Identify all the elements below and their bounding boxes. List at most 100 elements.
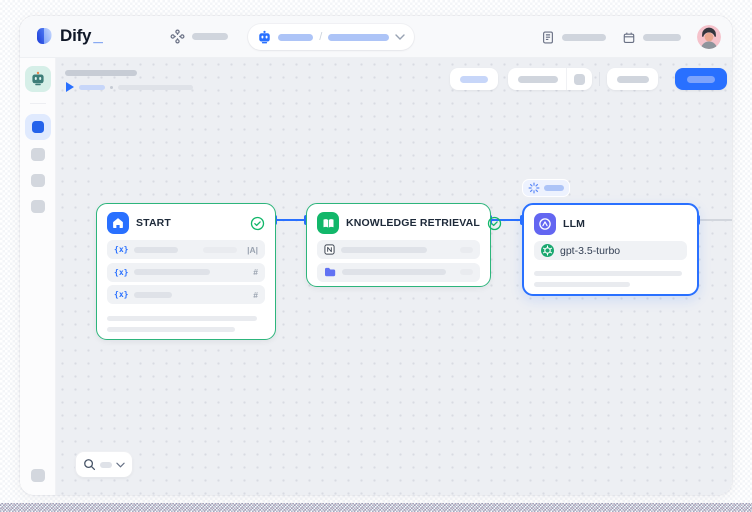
run-label-skeleton: [518, 76, 558, 83]
var-name-skeleton: [134, 269, 210, 275]
variable-icon: {x}: [114, 290, 128, 299]
chevron-down-icon[interactable]: [116, 462, 125, 468]
sidebar-item-skeleton-1[interactable]: [31, 148, 45, 161]
features-label-skeleton: [460, 76, 488, 83]
node-knowledge-retrieval[interactable]: KNOWLEDGE RETRIEVAL: [306, 203, 491, 287]
status-dot: [110, 86, 113, 89]
check-circle-icon: [487, 216, 502, 231]
knowledge-node-header: KNOWLEDGE RETRIEVAL: [307, 204, 490, 240]
dify-logo-icon: [34, 26, 54, 46]
run-split-button[interactable]: [508, 68, 592, 90]
folder-icon: [324, 267, 336, 277]
var-name-skeleton: [134, 292, 172, 298]
logo-text: Dify: [60, 26, 91, 46]
model-name: gpt-3.5-turbo: [560, 245, 620, 257]
variable-icon: {x}: [114, 245, 128, 254]
breadcrumb-separator: /: [319, 31, 322, 43]
llm-node-header: LLM: [524, 205, 697, 241]
knowledge-dataset-row: [317, 263, 480, 282]
sidebar-item-settings-skeleton[interactable]: [31, 469, 45, 482]
workspace-app-switcher[interactable]: /: [248, 24, 414, 50]
spinner-icon: [528, 182, 540, 194]
plugins-nav-item[interactable]: [622, 30, 681, 45]
header-right-group: [541, 25, 721, 49]
chevron-down-icon[interactable]: [395, 34, 405, 40]
workspace-robot-icon: [257, 30, 272, 45]
node-llm[interactable]: LLM gpt-3.5-turbo: [522, 203, 699, 296]
llm-model-row: gpt-3.5-turbo: [534, 241, 687, 260]
app-name-skeleton: [328, 34, 389, 41]
run-time-skeleton: [118, 85, 193, 90]
user-avatar[interactable]: [697, 25, 721, 49]
edge-llm-outgoing: [699, 219, 732, 221]
running-label-skeleton: [544, 185, 564, 191]
logo-cursor: _: [93, 26, 102, 46]
home-icon: [107, 212, 129, 234]
var-type-text: #: [253, 267, 258, 277]
start-var-row: {x} |A|: [107, 240, 265, 259]
left-sidebar: [20, 58, 56, 495]
node-title: KNOWLEDGE RETRIEVAL: [346, 217, 480, 229]
node-desc-skeleton: [534, 271, 682, 276]
variable-icon: {x}: [114, 268, 128, 277]
node-title: START: [136, 217, 243, 229]
knowledge-dataset-row: [317, 240, 480, 259]
openai-icon: [541, 244, 554, 257]
button-divider: [599, 72, 600, 86]
last-run-status-row: [66, 82, 193, 92]
plugins-icon: [622, 30, 636, 45]
dataset-name-skeleton: [342, 269, 446, 275]
sidebar-app-icon[interactable]: [25, 66, 51, 92]
var-value-skeleton: [203, 247, 237, 253]
node-desc-skeleton: [534, 282, 630, 287]
llm-roundel-icon: [534, 213, 556, 235]
running-status-badge: [522, 179, 570, 197]
background-noise-strip: [0, 503, 752, 512]
app-robot-icon: [30, 71, 46, 87]
run-more-icon: [574, 74, 585, 85]
node-desc-skeleton: [107, 316, 257, 321]
dataset-name-skeleton: [341, 247, 427, 253]
start-var-row: {x} #: [107, 285, 265, 304]
check-circle-icon: [250, 216, 265, 231]
sidebar-divider: [30, 103, 46, 104]
sidebar-item-skeleton-3[interactable]: [31, 200, 45, 213]
start-var-row: {x} #: [107, 263, 265, 282]
dataset-count-skeleton: [460, 247, 473, 253]
features-button[interactable]: [450, 68, 498, 90]
dify-logo[interactable]: Dify _: [34, 26, 103, 46]
orchestrate-label-skeleton: [192, 33, 228, 40]
var-type-text: #: [253, 290, 258, 300]
edge-start-to-knowledge: [276, 219, 306, 221]
run-label-skeleton: [79, 85, 105, 90]
publish-label-skeleton: [687, 76, 715, 83]
play-icon: [66, 82, 74, 92]
sidebar-item-skeleton-2[interactable]: [31, 174, 45, 187]
var-type-text: |A|: [247, 245, 258, 255]
var-name-skeleton: [134, 247, 178, 253]
run-more-button[interactable]: [566, 68, 592, 90]
zoom-value-skeleton: [100, 462, 112, 468]
book-open-icon: [317, 212, 339, 234]
start-node-header: START: [97, 204, 275, 240]
workflow-title-skeleton: [65, 70, 137, 76]
dataset-count-skeleton: [460, 269, 473, 275]
docs-icon: [541, 30, 555, 45]
orchestrate-nav-item[interactable]: [170, 29, 228, 44]
publish-button[interactable]: [675, 68, 727, 90]
workflow-canvas[interactable]: START {x} |A| {x}: [56, 58, 732, 495]
docs-label-skeleton: [562, 34, 606, 41]
node-title: LLM: [563, 218, 687, 230]
workflow-block-icon: [32, 121, 44, 133]
plugins-label-skeleton: [643, 34, 681, 41]
notion-doc-icon: [324, 244, 335, 255]
zoom-select[interactable]: [76, 452, 132, 477]
sidebar-item-workflow-active[interactable]: [25, 114, 51, 140]
app-window: Dify _: [20, 16, 732, 495]
preview-button[interactable]: [607, 68, 658, 90]
search-icon: [83, 458, 96, 471]
docs-nav-item[interactable]: [541, 30, 606, 45]
preview-label-skeleton: [617, 76, 649, 83]
workspace-name-skeleton: [278, 34, 313, 41]
node-start[interactable]: START {x} |A| {x}: [96, 203, 276, 340]
